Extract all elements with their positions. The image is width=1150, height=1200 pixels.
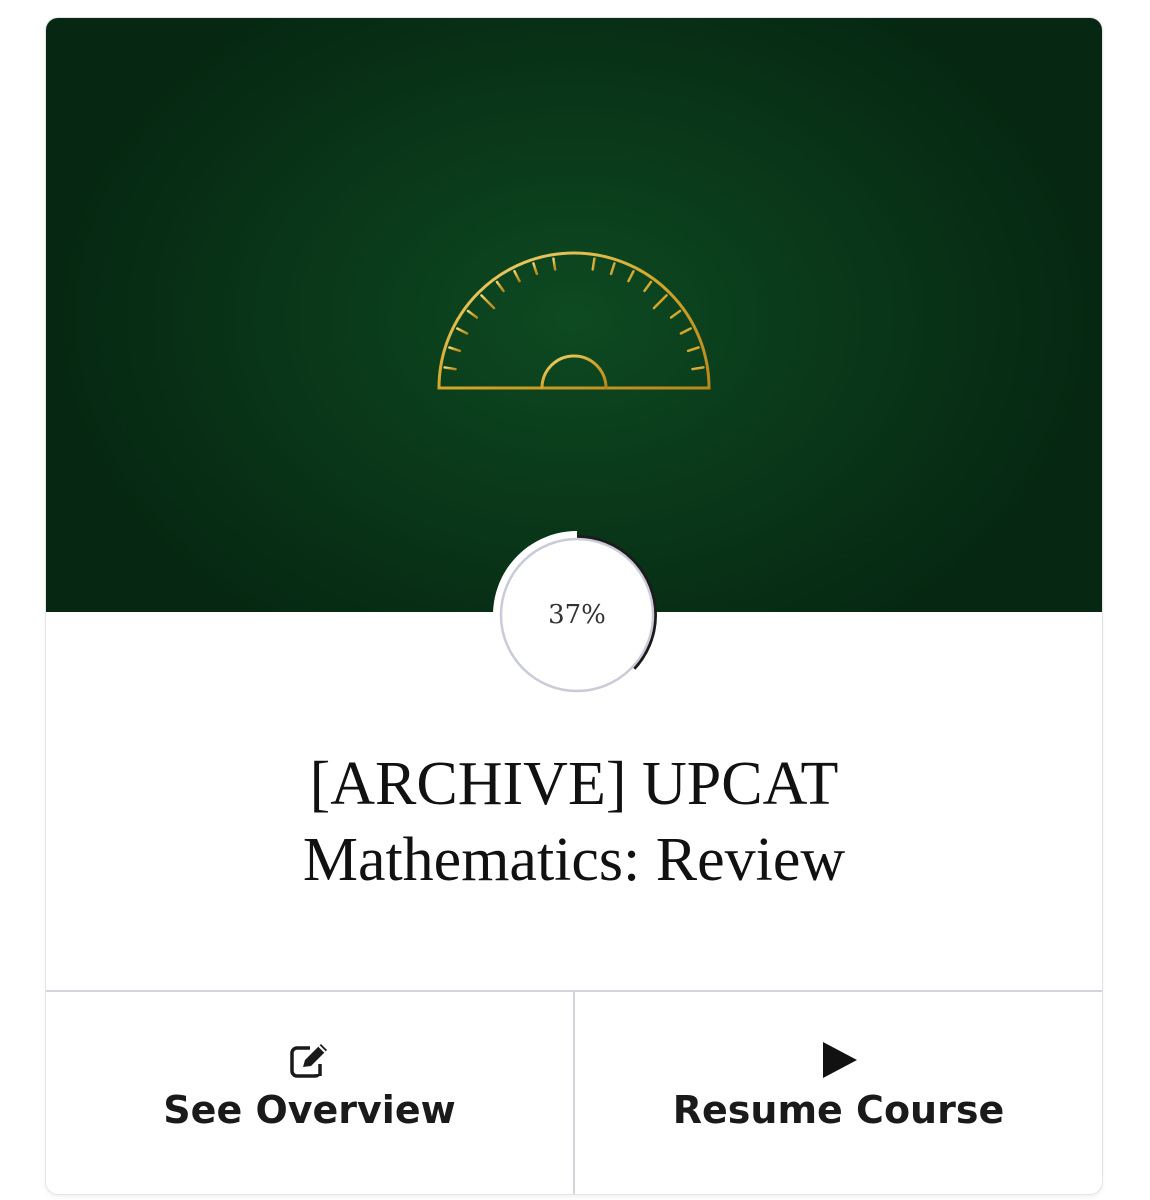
protractor-tick <box>686 346 700 353</box>
protractor-tick <box>643 280 653 293</box>
course-title-line-1: [ARCHIVE] UPCAT <box>309 750 839 818</box>
progress-percent: 37% <box>548 600 606 630</box>
course-card: 37% [ARCHIVE] UPCAT Mathematics: Review … <box>46 18 1102 1194</box>
protractor-tick <box>679 327 692 335</box>
progress-ring: 37% <box>493 531 661 699</box>
protractor-tick <box>443 366 457 371</box>
see-overview-button[interactable]: See Overview <box>46 992 573 1194</box>
course-hero-banner <box>46 18 1102 612</box>
protractor-tick <box>480 294 496 310</box>
protractor-icon <box>437 251 711 390</box>
protractor-tick <box>448 346 462 353</box>
protractor-tick <box>466 309 479 319</box>
protractor-tick <box>669 309 682 319</box>
protractor-tick <box>513 270 521 283</box>
resume-course-button[interactable]: Resume Course <box>573 992 1102 1194</box>
protractor-tick <box>495 280 505 293</box>
protractor-tick <box>652 294 668 310</box>
protractor-tick <box>691 366 705 371</box>
protractor-tick <box>532 262 539 276</box>
protractor-tick <box>609 262 616 276</box>
protractor-tick <box>591 257 596 271</box>
play-icon <box>817 1040 861 1080</box>
course-actions: See Overview Resume Course <box>46 990 1102 1194</box>
protractor-tick <box>552 257 557 271</box>
resume-course-label: Resume Course <box>672 1088 1005 1132</box>
protractor-tick <box>627 270 635 283</box>
edit-icon <box>288 1040 332 1080</box>
course-title-line-2: Mathematics: Review <box>302 826 846 894</box>
course-title: [ARCHIVE] UPCAT Mathematics: Review <box>106 746 1042 898</box>
protractor-tick <box>456 327 469 335</box>
see-overview-label: See Overview <box>163 1088 456 1132</box>
